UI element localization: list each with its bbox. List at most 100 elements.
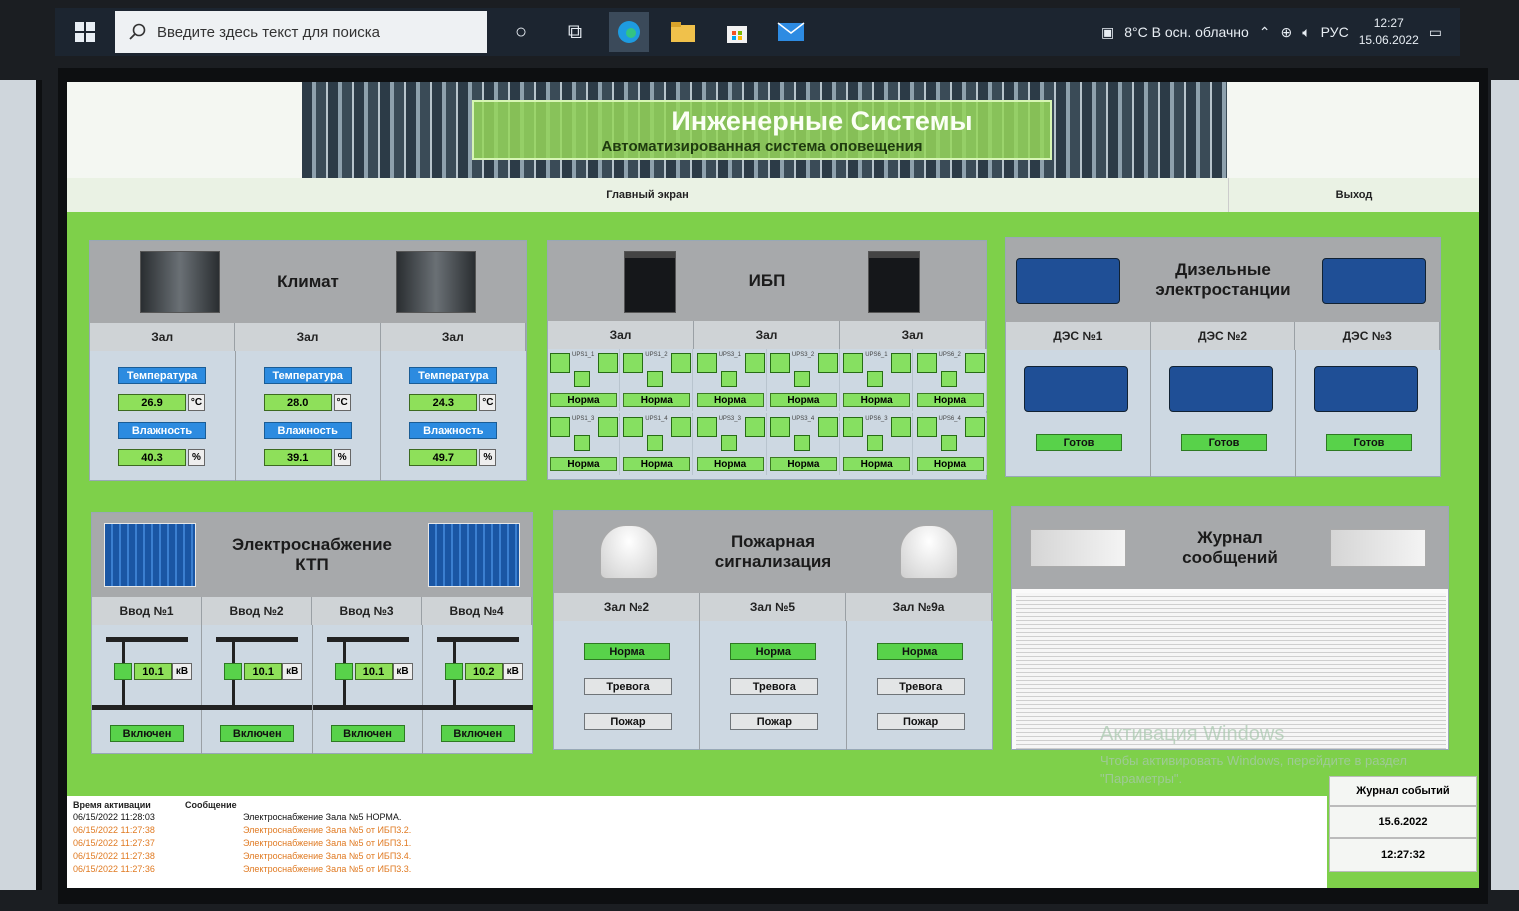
input-language[interactable]: РУС <box>1321 24 1349 40</box>
diesel-panel[interactable]: Дизельные электростанции ДЭС №1 ДЭС №2 Д… <box>1005 237 1441 477</box>
ups-cell[interactable]: UPS3_1 Норма <box>695 349 767 411</box>
log-row-time: 06/15/2022 11:28:03 <box>73 812 155 822</box>
power-col-header-3: Ввод №3 <box>312 597 422 625</box>
fire-norm-indicator: Норма <box>584 643 670 660</box>
generator-image <box>1024 366 1128 412</box>
ups-cell[interactable]: UPS1_3 Норма <box>548 413 620 475</box>
event-journal-button[interactable]: Журнал событий <box>1329 776 1477 806</box>
log-row-time: 06/15/2022 11:27:38 <box>73 825 155 835</box>
weather-icon[interactable]: ▣ <box>1101 24 1114 41</box>
power-state: Включен <box>220 725 295 742</box>
ups-col-header-1: Зал <box>548 321 694 349</box>
ups-cell[interactable]: UPS1_1 Норма <box>548 349 620 411</box>
event-log[interactable]: Время активации Сообщение 06/15/2022 11:… <box>67 796 1327 888</box>
network-icon[interactable]: ⊕ <box>1281 24 1293 41</box>
ups-state: Норма <box>696 457 764 471</box>
battery-icon <box>940 435 957 451</box>
rectifier-icon <box>696 417 717 437</box>
scada-header: Инженерные Системы Автоматизированная си… <box>67 82 1479 178</box>
battery-icon <box>867 371 884 387</box>
generator-image <box>1314 366 1418 412</box>
power-state: Включен <box>330 725 405 742</box>
climate-col-3: Температура 24.3 °C Влажность 49.7 % <box>381 351 526 481</box>
main-nav: Главный экран Выход <box>67 178 1479 212</box>
diesel-state: Готов <box>1181 434 1267 451</box>
fire-fire-indicator: Пожар <box>584 713 672 730</box>
main-screen-button[interactable]: Главный экран <box>67 178 1229 212</box>
voltage-value: 10.1 <box>244 663 283 680</box>
rectifier-icon <box>843 353 864 373</box>
ups-tag: UPS6_3 <box>865 416 888 422</box>
ups-tag: UPS1_4 <box>645 416 668 422</box>
climate-col-2: Температура 28.0 °C Влажность 39.1 % <box>236 351 382 481</box>
battery-icon <box>574 435 590 451</box>
voltage-unit: кВ <box>282 663 303 680</box>
notifications-icon[interactable]: ▭ <box>1429 24 1442 41</box>
climate-panel[interactable]: Климат Зал Зал Зал Температура 26.9 °C В… <box>89 240 527 481</box>
tray-chevron-up-icon[interactable]: ⌃ <box>1259 24 1271 41</box>
temperature-unit: °C <box>479 394 497 411</box>
store-icon[interactable] <box>717 12 757 52</box>
ac-unit-image <box>396 251 476 313</box>
fire-panel[interactable]: Пожарная сигнализация Зал №2 Зал №5 Зал … <box>553 510 993 750</box>
ups-cell[interactable]: UPS1_4 Норма <box>621 413 694 475</box>
ups-tag: UPS3_1 <box>718 352 741 358</box>
inverter-icon <box>598 353 618 373</box>
exit-button[interactable]: Выход <box>1229 178 1479 212</box>
diesel-col-header-3: ДЭС №3 <box>1295 322 1441 350</box>
activation-watermark-title: Активация Windows <box>1100 723 1285 745</box>
diesel-state: Готов <box>1036 434 1122 451</box>
taskbar-clock[interactable]: 12:27 15.06.2022 <box>1359 15 1419 49</box>
top-busbar <box>216 637 299 642</box>
fire-alarm-indicator: Тревога <box>730 678 819 695</box>
ups-cell[interactable]: UPS3_3 Норма <box>695 413 767 475</box>
ac-unit-image <box>140 251 220 313</box>
mail-icon[interactable] <box>771 12 811 52</box>
taskbar-search-box[interactable]: Введите здесь текст для поиска <box>115 11 487 53</box>
inverter-icon <box>964 353 985 373</box>
ups-cell[interactable]: UPS6_4 Норма <box>915 413 987 475</box>
volume-icon[interactable]: 🔈︎ <box>1302 24 1310 41</box>
ups-state: Норма <box>916 393 984 407</box>
ups-cell[interactable]: UPS6_1 Норма <box>841 349 914 411</box>
diesel-col-3: Готов <box>1296 350 1440 477</box>
file-explorer-icon[interactable] <box>663 12 703 52</box>
ups-tag: UPS6_4 <box>938 416 961 422</box>
power-panel[interactable]: Электроснабжение КТП Ввод №1 Ввод №2 Вво… <box>91 512 533 754</box>
ups-cell[interactable]: UPS1_2 Норма <box>621 349 694 411</box>
fire-col-header-2: Зал №5 <box>700 593 846 621</box>
ups-state: Норма <box>550 457 617 471</box>
fire-norm-indicator: Норма <box>730 643 817 660</box>
bottom-busbar <box>422 705 533 710</box>
title-plate: Инженерные Системы Автоматизированная си… <box>472 100 1052 160</box>
ups-cell[interactable]: UPS6_2 Норма <box>915 349 987 411</box>
ups-cell[interactable]: UPS3_2 Норма <box>768 349 840 411</box>
cortana-icon[interactable]: ○ <box>501 12 541 52</box>
humidity-unit: % <box>479 449 497 466</box>
clock-date: 15.06.2022 <box>1358 33 1419 47</box>
log-col-time: Время активации <box>73 800 151 810</box>
ups-tag: UPS3_3 <box>718 416 741 422</box>
log-row-message: Электроснабжение Зала №5 от ИБП3.1. <box>243 838 412 848</box>
log-row-message: Электроснабжение Зала №5 НОРМА. <box>243 812 402 822</box>
inverter-icon <box>671 417 692 437</box>
ups-panel[interactable]: ИБП Зал Зал Зал UPS1_1 Норма UPS1_2 Норма UP… <box>547 240 987 480</box>
journal-panel[interactable]: Журнал сообщений <box>1011 506 1449 750</box>
ups-cell[interactable]: UPS6_3 Норма <box>841 413 914 475</box>
battery-icon <box>720 435 737 451</box>
ups-tag: UPS1_1 <box>572 352 595 358</box>
weather-text[interactable]: 8°C В осн. облачно <box>1124 24 1249 40</box>
journal-thumbnail-image <box>1330 529 1426 567</box>
windows-taskbar: Введите здесь текст для поиска ○ ⧉ ▣ 8°C… <box>55 8 1460 56</box>
fire-col-header-1: Зал №2 <box>554 593 700 621</box>
power-col-4: 10.2 кВ Включен <box>422 625 533 754</box>
task-view-icon[interactable]: ⧉ <box>555 12 595 52</box>
ups-cell[interactable]: UPS3_4 Норма <box>768 413 840 475</box>
edge-browser-icon[interactable] <box>609 12 649 52</box>
voltage-unit: кВ <box>172 663 192 680</box>
start-button[interactable] <box>55 22 115 42</box>
ups-header: ИБП <box>548 241 986 321</box>
fire-norm-indicator: Норма <box>876 643 963 660</box>
inverter-icon <box>671 353 692 373</box>
ups-state: Норма <box>696 393 764 407</box>
